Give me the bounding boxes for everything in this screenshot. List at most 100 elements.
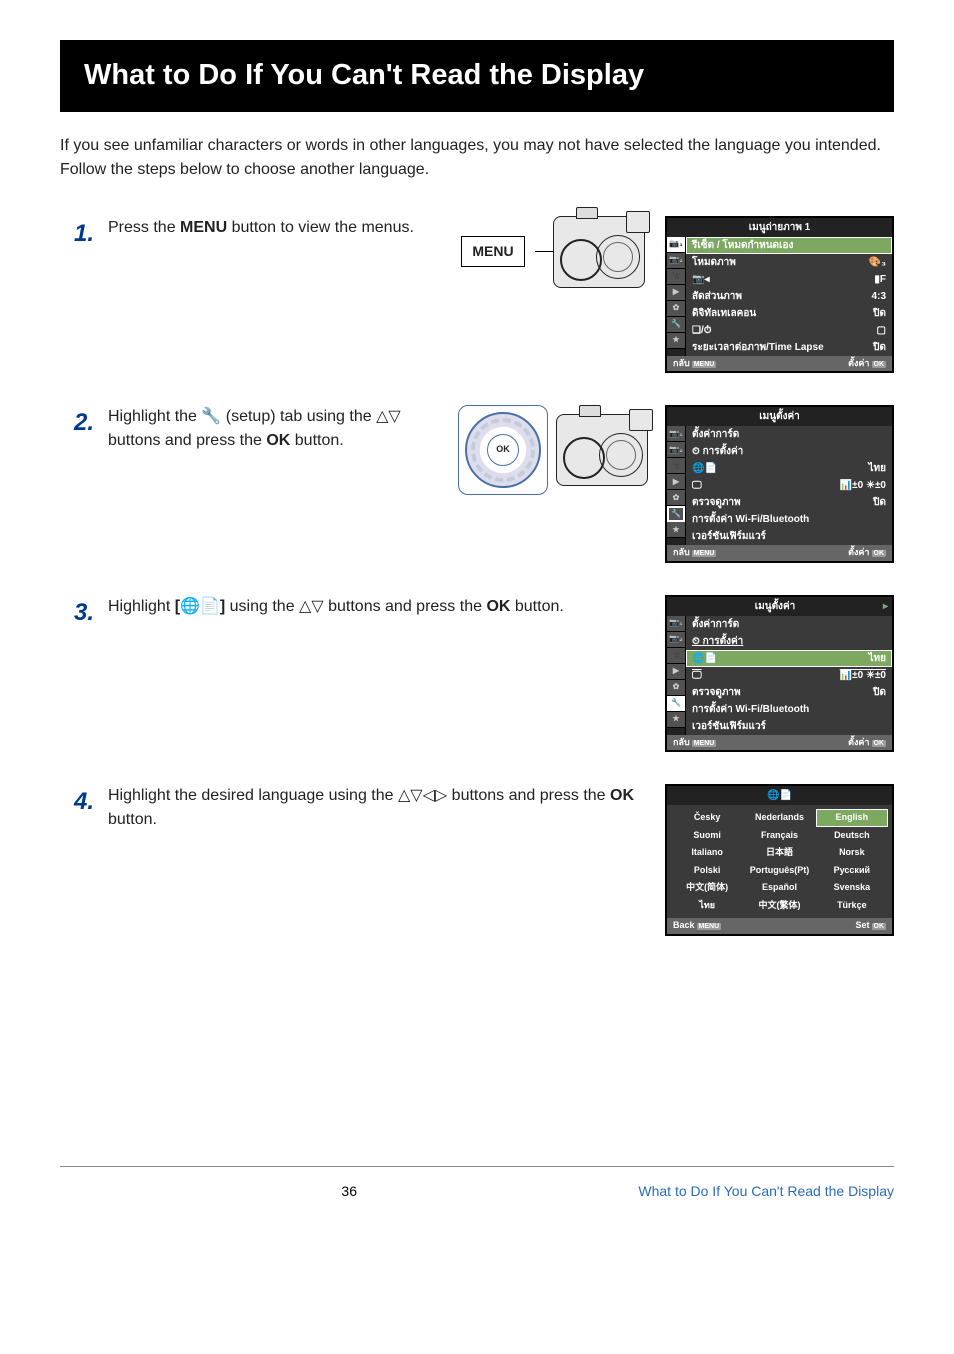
play-tab-icon: ▶ [667, 285, 685, 301]
lang-option: Norsk [816, 844, 888, 862]
step-1-text: Press the MENU button to view the menus. [108, 216, 453, 240]
lang-option: Português(Pt) [743, 862, 815, 880]
lang-option: Nederlands [743, 809, 815, 827]
row-value: 🎨₃ [869, 255, 886, 270]
footer-link[interactable]: What to Do If You Can't Read the Display [638, 1181, 894, 1202]
text: using the [225, 598, 299, 615]
dpad-illustration: OK [465, 412, 541, 488]
page-title: What to Do If You Can't Read the Display [60, 40, 894, 112]
row-label: รีเซ็ต / โหมดกำหนดเอง [692, 238, 793, 253]
menu-row: ตรวจดูภาพปิด [686, 494, 892, 511]
lang-option: Deutsch [816, 827, 888, 845]
menu-btn-label: MENU [692, 361, 717, 368]
row-value: ▢ [877, 323, 886, 338]
ok-btn-label: OK [872, 740, 887, 747]
page-number: 36 [341, 1181, 357, 1202]
left-icon: ◁ [423, 787, 435, 804]
menu-btn-label: MENU [692, 740, 717, 747]
camera-illustration [553, 216, 645, 288]
screen-language-select: 🌐📄 Česky Nederlands English Suomi França… [665, 784, 894, 936]
screen-title: เมนูถ่ายภาพ 1 [667, 218, 892, 237]
screen-tabs: 📷₁ 📷₂ 🎥 ▶ ✿ 🔧 ★ [667, 616, 686, 735]
lang-option: ไทย [671, 897, 743, 915]
text: Highlight [108, 598, 175, 615]
camera2-tab-icon: 📷₂ [667, 442, 685, 458]
camera1-tab-icon: 📷₁ [667, 426, 685, 442]
back-label: กลับ [673, 737, 690, 747]
row-label: 🌐📄 [692, 651, 717, 666]
menu-row: เวอร์ชันเฟิร์มแวร์ [686, 528, 892, 545]
row-label: 🖵 [692, 668, 702, 683]
row-value: ไทย [869, 461, 886, 476]
text: (setup) tab using the [221, 408, 376, 425]
star-tab-icon: ★ [667, 333, 685, 349]
screen-footer: BackMENU SetOK [667, 918, 892, 934]
menu-row: รีเซ็ต / โหมดกำหนดเอง [686, 237, 892, 254]
step-3: 3. Highlight [🌐📄] using the △▽ buttons a… [60, 595, 894, 753]
screen-footer: กลับMENU ตั้งค่าOK [667, 356, 892, 372]
text: button. [108, 811, 157, 828]
set-label: ตั้งค่า [848, 547, 869, 557]
camera1-tab-icon: 📷₁ [667, 616, 685, 632]
text: button to view the menus. [227, 219, 414, 236]
gear-tab-icon: ✿ [667, 490, 685, 506]
menu-row: ตั้งค่าการ์ด [686, 616, 892, 633]
step-1-illustration: MENU [453, 216, 653, 288]
row-label: เวอร์ชันเฟิร์มแวร์ [692, 529, 766, 544]
down-icon: ▽ [311, 598, 323, 615]
row-label: ❏/⏱ [692, 323, 712, 338]
screen-language-item: เมนูตั้งค่า▸ 📷₁ 📷₂ 🎥 ▶ ✿ 🔧 ★ ตั้งค่าการ์… [665, 595, 894, 753]
menu-row: ⏲ การตั้งค่า [686, 443, 892, 460]
text: Highlight the [108, 408, 201, 425]
menu-btn-label: MENU [692, 550, 717, 557]
star-tab-icon: ★ [667, 522, 685, 538]
row-label: ระยะเวลาต่อภาพ/Time Lapse [692, 340, 824, 355]
camera1-tab-icon: 📷₁ [667, 237, 685, 253]
language-grid: Česky Nederlands English Suomi Français … [671, 809, 888, 914]
screen-shooting-menu-1: เมนูถ่ายภาพ 1 📷₁ 📷₂ 🎥 ▶ ✿ 🔧 ★ รีเซ็ต / โ… [665, 216, 894, 374]
right-icon: ▷ [435, 787, 447, 804]
video-tab-icon: 🎥 [667, 648, 685, 664]
down-icon: ▽ [410, 787, 422, 804]
row-label: ตั้งค่าการ์ด [692, 427, 739, 442]
row-value: ปิด [873, 306, 886, 321]
ok-button-label: OK [487, 434, 519, 466]
row-label: เวอร์ชันเฟิร์มแวร์ [692, 719, 766, 734]
row-value: 📊±0 ☀±0 [840, 668, 886, 683]
down-icon: ▽ [388, 408, 400, 425]
row-value: ปิด [873, 340, 886, 355]
title-text: เมนูตั้งค่า [755, 601, 796, 612]
camera-illustration [556, 414, 648, 486]
wrench-tab-icon: 🔧 [667, 696, 685, 712]
row-value: ไทย [869, 651, 886, 666]
set-label: ตั้งค่า [848, 358, 869, 368]
menu-row: 🌐📄ไทย [686, 460, 892, 477]
lang-option: Polski [671, 862, 743, 880]
row-label: ดิจิทัลเทเลคอน [692, 306, 756, 321]
lang-option: Česky [671, 809, 743, 827]
video-tab-icon: 🎥 [667, 269, 685, 285]
wrench-icon: 🔧 [201, 408, 221, 425]
menu-row: 📷◂▮F [686, 271, 892, 288]
row-value: ปิด [873, 495, 886, 510]
menu-label-box: MENU [461, 236, 524, 267]
ok-bold: OK [610, 787, 634, 804]
up-icon: △ [299, 598, 311, 615]
step-number-1: 1. [60, 216, 108, 252]
play-tab-icon: ▶ [667, 664, 685, 680]
row-label: 📷◂ [692, 272, 709, 287]
step-2: 2. Highlight the 🔧 (setup) tab using the… [60, 405, 894, 563]
lang-option: Italiano [671, 844, 743, 862]
menu-row: การตั้งค่า Wi-Fi/Bluetooth [686, 701, 892, 718]
text: Press the [108, 219, 180, 236]
row-label: ตั้งค่าการ์ด [692, 617, 739, 632]
lang-option: Русский [816, 862, 888, 880]
step-4-text: Highlight the desired language using the… [108, 784, 665, 832]
step-3-text: Highlight [🌐📄] using the △▽ buttons and … [108, 595, 665, 619]
text: button. [290, 432, 343, 449]
menu-row: ❏/⏱ ▢ [686, 322, 892, 339]
camera2-tab-icon: 📷₂ [667, 632, 685, 648]
menu-row: ดิจิทัลเทเลคอน ปิด [686, 305, 892, 322]
screen-setup-menu: เมนูตั้งค่า 📷₁ 📷₂ 🎥 ▶ ✿ 🔧 ★ ตั้งค่าการ์ด… [665, 405, 894, 563]
step-2-text: Highlight the 🔧 (setup) tab using the △▽… [108, 405, 453, 453]
